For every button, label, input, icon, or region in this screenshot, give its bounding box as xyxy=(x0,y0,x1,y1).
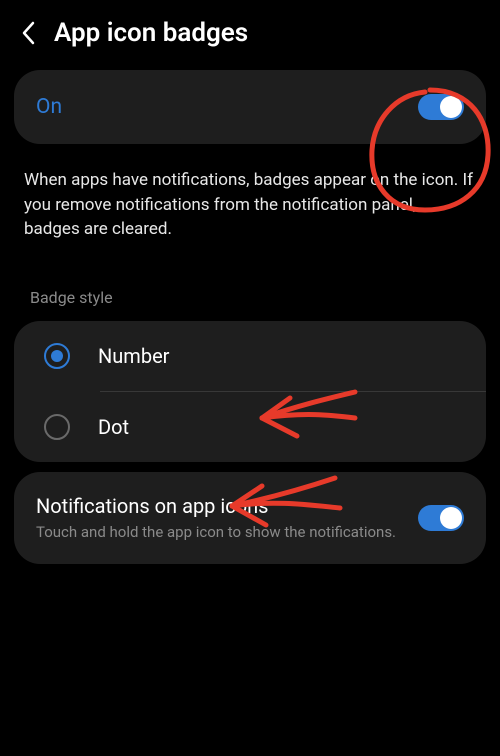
notifications-on-icons-card: Notifications on app icons Touch and hol… xyxy=(14,472,486,564)
master-toggle-label: On xyxy=(36,95,62,119)
toggle-knob xyxy=(440,96,462,118)
badge-style-section-label: Badge style xyxy=(0,246,500,311)
master-toggle-row[interactable]: On xyxy=(14,70,486,144)
badge-style-option-dot[interactable]: Dot xyxy=(14,392,486,462)
notifications-on-icons-title: Notifications on app icons xyxy=(36,494,396,518)
badge-style-option-number[interactable]: Number xyxy=(14,321,486,391)
master-toggle-card: On xyxy=(14,70,486,144)
notifications-on-icons-row[interactable]: Notifications on app icons Touch and hol… xyxy=(14,472,486,564)
back-icon[interactable] xyxy=(20,20,36,46)
notifications-on-icons-toggle[interactable] xyxy=(418,505,464,531)
radio-label: Number xyxy=(98,344,169,368)
radio-icon xyxy=(44,414,70,440)
page-title: App icon badges xyxy=(54,18,248,48)
notifications-on-icons-text: Notifications on app icons Touch and hol… xyxy=(36,494,396,542)
radio-label: Dot xyxy=(98,415,129,439)
master-toggle-switch[interactable] xyxy=(418,94,464,120)
description-text: When apps have notifications, badges app… xyxy=(0,154,500,246)
toggle-knob xyxy=(440,507,462,529)
radio-icon xyxy=(44,343,70,369)
notifications-on-icons-subtitle: Touch and hold the app icon to show the … xyxy=(36,522,396,542)
badge-style-card: Number Dot xyxy=(14,321,486,462)
header: App icon badges xyxy=(0,0,500,60)
